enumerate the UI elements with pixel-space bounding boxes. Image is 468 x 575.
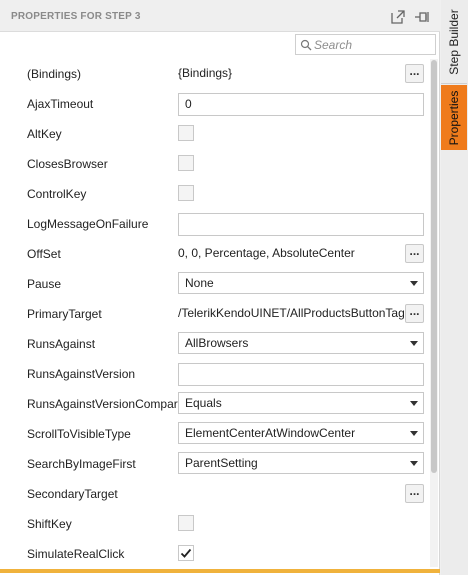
checkbox[interactable]	[178, 155, 194, 171]
property-row: ControlKey	[0, 179, 430, 209]
property-name: RunsAgainstVersionCompare	[27, 397, 185, 411]
dropdown-value: None	[185, 276, 214, 290]
property-textbox[interactable]: 0	[178, 93, 424, 116]
chevron-down-icon	[410, 281, 418, 286]
property-name: SearchByImageFirst	[27, 457, 136, 471]
checkbox[interactable]	[178, 125, 194, 141]
property-dropdown[interactable]: Equals	[178, 392, 424, 414]
tab-properties[interactable]: Properties	[441, 85, 467, 150]
property-row: ClosesBrowser	[0, 149, 430, 179]
property-row: ScrollToVisibleType ElementCenterAtWindow…	[0, 419, 430, 449]
property-name: AltKey	[27, 127, 62, 141]
panel-title: PROPERTIES FOR STEP 3	[11, 11, 141, 22]
property-row: SearchByImageFirst ParentSetting	[0, 449, 430, 479]
tab-step-builder[interactable]: Step Builder	[441, 0, 467, 84]
property-row: AjaxTimeout 0	[0, 89, 430, 119]
properties-panel: PROPERTIES FOR STEP 3 (Bindings) {Binding…	[0, 0, 440, 575]
property-name: ShiftKey	[27, 517, 72, 531]
checkbox[interactable]	[178, 515, 194, 531]
property-name: Pause	[27, 277, 62, 291]
property-name: SimulateRealClick	[27, 547, 125, 561]
property-name: AjaxTimeout	[27, 97, 94, 111]
dropdown-value: ParentSetting	[185, 456, 258, 470]
search-box[interactable]	[295, 34, 436, 55]
pin-icon[interactable]	[413, 8, 431, 26]
search-icon	[300, 39, 312, 51]
chevron-down-icon	[410, 431, 418, 436]
property-dropdown[interactable]: AllBrowsers	[178, 332, 424, 354]
bottom-accent-bar	[0, 569, 440, 573]
property-name: ScrollToVisibleType	[27, 427, 131, 441]
property-name: RunsAgainstVersion	[27, 367, 136, 381]
checkbox-checked[interactable]	[178, 545, 194, 561]
scrollbar-thumb[interactable]	[431, 60, 437, 473]
panel-header: PROPERTIES FOR STEP 3	[0, 0, 440, 32]
property-row: LogMessageOnFailure	[0, 209, 430, 239]
property-name: PrimaryTarget	[27, 307, 102, 321]
checkbox[interactable]	[178, 185, 194, 201]
chevron-down-icon	[410, 461, 418, 466]
property-row: ShiftKey	[0, 509, 430, 539]
property-dropdown[interactable]: ElementCenterAtWindowCenter	[178, 422, 424, 444]
chevron-down-icon	[410, 401, 418, 406]
tab-step-builder-label: Step Builder	[447, 8, 461, 75]
checkmark-icon	[180, 548, 192, 558]
property-row: SimulateRealClick	[0, 539, 430, 569]
property-name: RunsAgainst	[27, 337, 96, 351]
ellipsis-button[interactable]: ...	[405, 64, 424, 83]
property-row: Pause None	[0, 269, 430, 299]
property-name: OffSet	[27, 247, 61, 261]
dropdown-value: Equals	[185, 396, 222, 410]
ellipsis-button[interactable]: ...	[405, 484, 424, 503]
property-row: AltKey	[0, 119, 430, 149]
property-row: OffSet 0, 0, Percentage, AbsoluteCenter..…	[0, 239, 430, 269]
property-dropdown[interactable]: None	[178, 272, 424, 294]
dropdown-value: AllBrowsers	[185, 336, 249, 350]
property-name: ControlKey	[27, 187, 87, 201]
search-input[interactable]	[314, 36, 432, 53]
side-tab-strip: Step Builder Properties	[441, 0, 468, 575]
property-dropdown[interactable]: ParentSetting	[178, 452, 424, 474]
property-value: /TelerikKendoUINET/AllProductsButtonTag	[178, 306, 404, 320]
ellipsis-button[interactable]: ...	[405, 244, 424, 263]
property-row: PrimaryTarget/TelerikKendoUINET/AllProdu…	[0, 299, 430, 329]
chevron-down-icon	[410, 341, 418, 346]
ellipsis-button[interactable]: ...	[405, 304, 424, 323]
dropdown-value: ElementCenterAtWindowCenter	[185, 426, 356, 440]
property-name: SecondaryTarget	[27, 487, 118, 501]
property-row: RunsAgainstVersionCompare Equals	[0, 389, 430, 419]
property-textbox[interactable]	[178, 363, 424, 386]
property-name: ClosesBrowser	[27, 157, 108, 171]
property-row: RunsAgainst AllBrowsers	[0, 329, 430, 359]
property-row: SecondaryTarget...	[0, 479, 430, 509]
property-value: 0, 0, Percentage, AbsoluteCenter	[178, 246, 355, 260]
popout-icon[interactable]	[389, 8, 407, 26]
property-row: (Bindings) {Bindings}...	[0, 59, 430, 89]
property-name: LogMessageOnFailure	[27, 217, 149, 231]
tab-properties-label: Properties	[447, 90, 461, 145]
property-row: RunsAgainstVersion	[0, 359, 430, 389]
property-textbox[interactable]	[178, 213, 424, 236]
property-value: {Bindings}	[178, 66, 233, 80]
property-name: (Bindings)	[27, 67, 82, 81]
